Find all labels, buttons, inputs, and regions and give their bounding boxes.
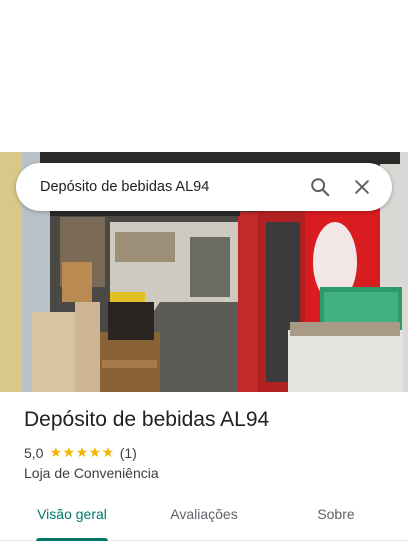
- rating-value: 5,0: [24, 444, 44, 461]
- place-category: Loja de Conveniência: [24, 465, 159, 481]
- search-icon[interactable]: [302, 169, 338, 205]
- search-input[interactable]: Depósito de bebidas AL94: [40, 179, 296, 195]
- place-title: Depósito de bebidas AL94: [24, 408, 270, 431]
- close-icon[interactable]: [344, 169, 380, 205]
- active-tab-indicator: [36, 538, 108, 541]
- review-count[interactable]: (1): [120, 445, 137, 461]
- tab-bar: Visão geral Avaliações Sobre: [0, 496, 408, 541]
- tab-about-label: Sobre: [317, 506, 355, 522]
- tab-reviews[interactable]: Avaliações: [156, 496, 252, 536]
- tab-reviews-label: Avaliações: [170, 506, 238, 522]
- tab-overview[interactable]: Visão geral: [24, 496, 120, 536]
- rating-row[interactable]: 5,0 ★★★★★ (1): [24, 444, 137, 461]
- search-bar[interactable]: Depósito de bebidas AL94: [16, 163, 392, 211]
- star-rating-icon: ★★★★★: [49, 444, 115, 460]
- tab-overview-label: Visão geral: [37, 506, 107, 522]
- tab-about[interactable]: Sobre: [288, 496, 384, 536]
